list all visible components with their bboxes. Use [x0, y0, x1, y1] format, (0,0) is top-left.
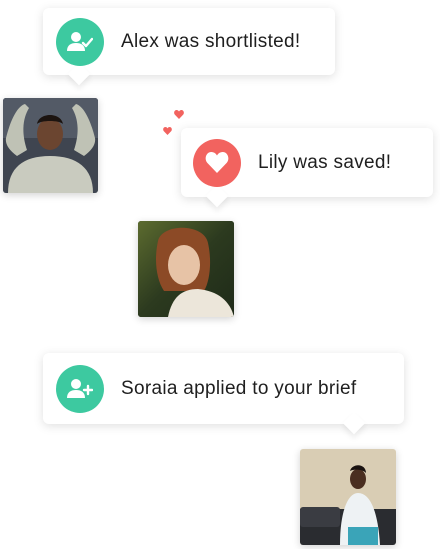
photo-alex[interactable] — [3, 98, 98, 193]
small-heart-icon — [163, 127, 172, 135]
user-plus-icon — [56, 364, 104, 413]
notification-card-saved[interactable]: Lily was saved! — [181, 128, 433, 208]
heart-icon — [193, 138, 241, 187]
photo-soraia[interactable] — [300, 449, 396, 545]
notification-card-applied[interactable]: Soraia applied to your brief — [43, 353, 404, 435]
notification-text: Lily was saved! — [258, 151, 392, 173]
user-check-icon — [56, 17, 104, 66]
notification-card-shortlisted[interactable]: Alex was shortlisted! — [43, 8, 335, 86]
photo-lily[interactable] — [138, 221, 234, 317]
small-heart-icon — [174, 110, 184, 119]
notification-text: Soraia applied to your brief — [121, 377, 357, 399]
notification-text: Alex was shortlisted! — [121, 30, 301, 52]
